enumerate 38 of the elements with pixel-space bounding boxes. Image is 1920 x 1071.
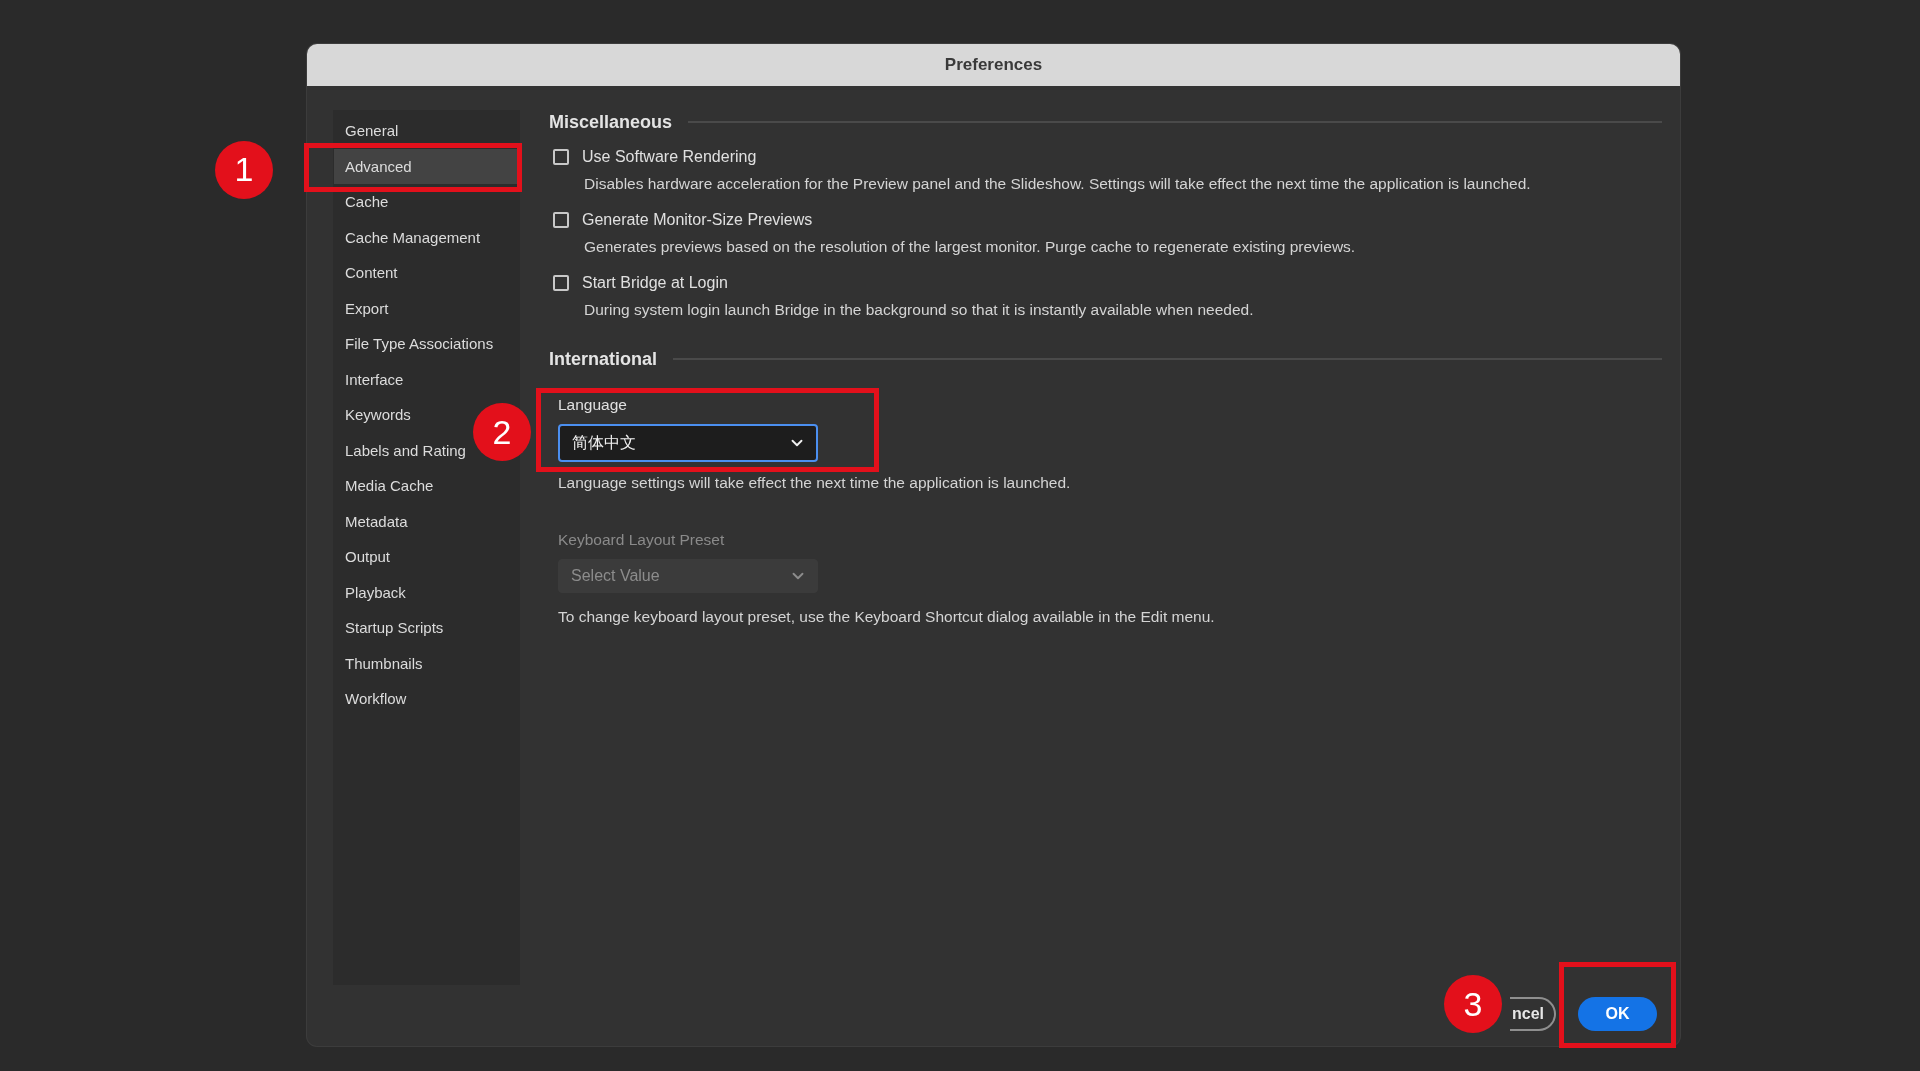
field-label: Language	[558, 395, 628, 415]
section-title: International	[549, 348, 657, 370]
option-description: During system login launch Bridge in the background so that it is instantly available when needed.	[584, 300, 1255, 320]
option-description: Disables hardware acceleration for the Preview panel and the Slideshow. Settings will take effect the next time the application is launched.	[584, 174, 1532, 194]
field-label: Keyboard Layout Preset	[558, 530, 726, 550]
sidebar-item[interactable]: Playback	[334, 574, 406, 610]
dropdown[interactable]: 简体中文	[558, 424, 818, 462]
sidebar-item[interactable]: Advanced	[334, 148, 518, 184]
sidebar-item[interactable]: General	[334, 113, 399, 149]
checkbox[interactable]	[553, 212, 569, 228]
sidebar-item[interactable]: Keywords	[334, 397, 411, 433]
option-description: Generates previews based on the resolution of the largest monitor. Purge cache to regenerate existing previews.	[584, 237, 1357, 257]
checkbox[interactable]	[553, 275, 569, 291]
checkbox[interactable]	[553, 149, 569, 165]
checkbox-label: Start Bridge at Login	[582, 274, 728, 292]
sidebar-item[interactable]: Cache	[334, 184, 389, 220]
sidebar-item[interactable]: Output	[334, 539, 391, 575]
sidebar-item[interactable]: Metadata	[334, 503, 408, 539]
cancel-button[interactable]: ncel	[1510, 997, 1556, 1031]
sidebar-item[interactable]: File Type Associations	[334, 326, 494, 362]
step-number-badge: 3	[1444, 975, 1502, 1033]
step-number-badge: 1	[215, 140, 273, 199]
window-title: Preferences	[944, 55, 1043, 75]
sidebar-item[interactable]: Export	[334, 290, 389, 326]
keyboard-note: To change keyboard layout preset, use the Keyboard Shortcut dialog available in the Edit menu.	[558, 607, 1216, 627]
ok-button[interactable]: OK	[1578, 997, 1657, 1031]
section-title: Miscellaneous	[549, 111, 673, 133]
sidebar-item[interactable]: Startup Scripts	[334, 610, 444, 646]
sidebar-item[interactable]: Cache Management	[334, 219, 481, 255]
sidebar-item[interactable]: Labels and Rating	[334, 432, 466, 468]
sidebar-item[interactable]: Media Cache	[334, 468, 434, 504]
language-note: Language settings will take effect the next time the application is launched.	[558, 473, 1072, 493]
checkbox-label: Use Software Rendering	[582, 148, 757, 166]
sidebar-item[interactable]: Workflow	[334, 681, 407, 717]
sidebar-item[interactable]: Content	[334, 255, 398, 291]
checkbox-label: Generate Monitor-Size Previews	[582, 211, 813, 229]
sidebar-item[interactable]: Thumbnails	[334, 645, 423, 681]
sidebar-item[interactable]: Interface	[334, 361, 404, 397]
